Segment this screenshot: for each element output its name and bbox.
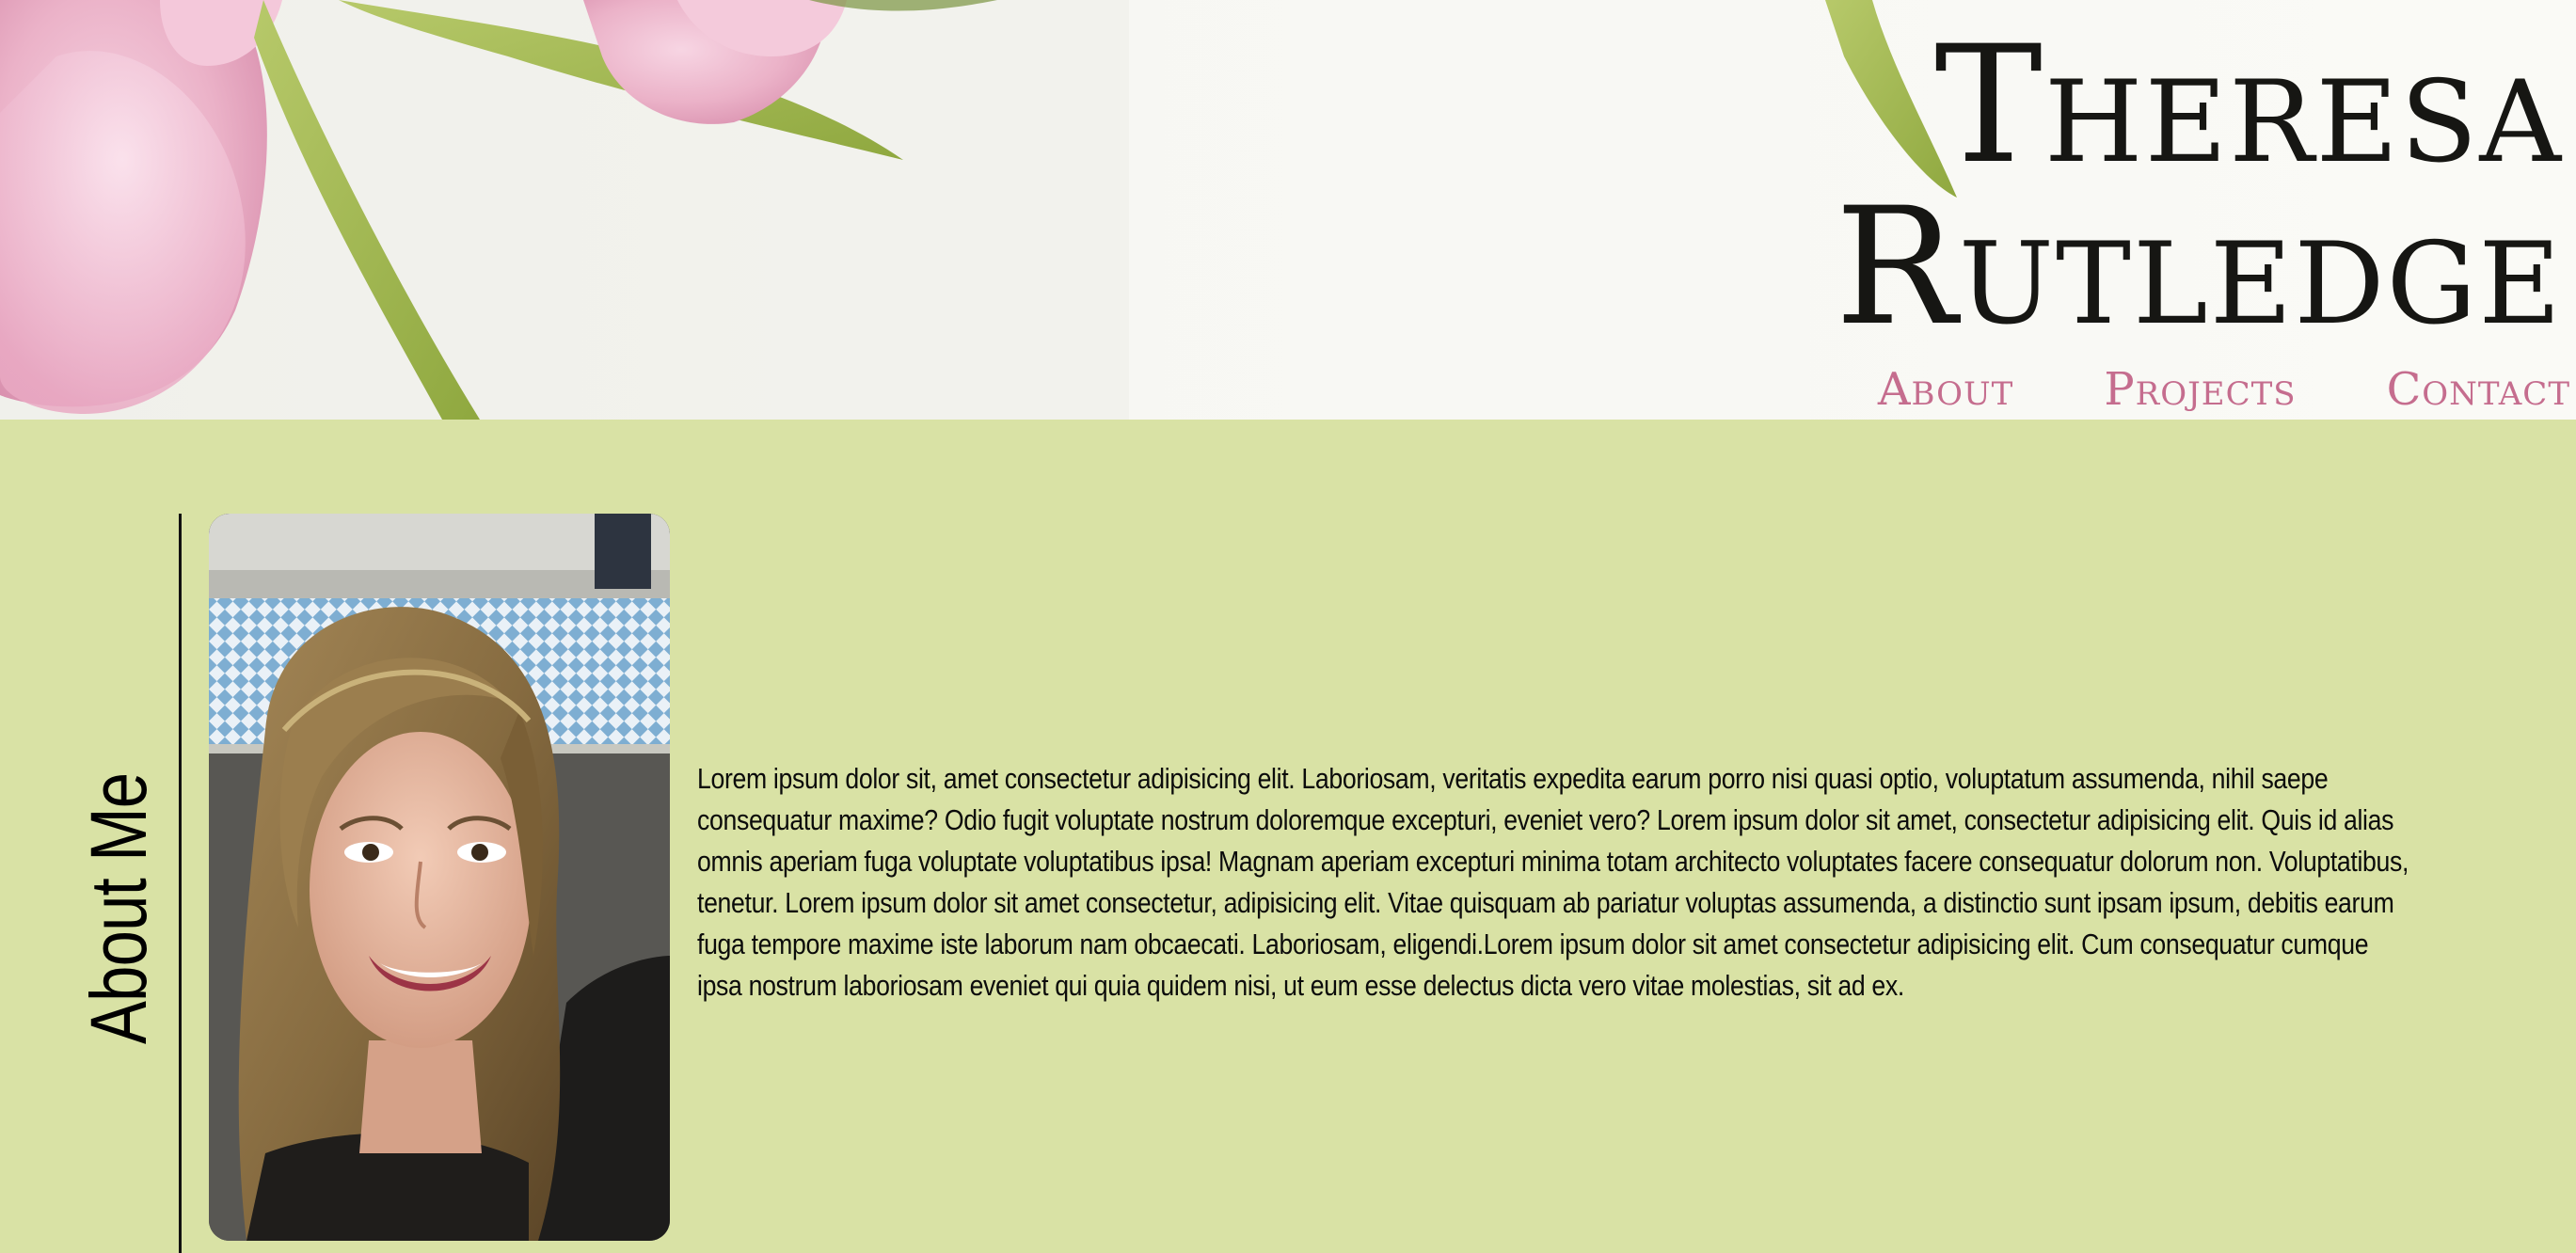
about-heading: About Me [74, 772, 163, 1044]
profile-photo [209, 514, 670, 1241]
site-title-first-name: Theresa [1934, 10, 2563, 199]
main-nav: About Projects Contact [1878, 363, 2570, 416]
nav-link-projects[interactable]: Projects [2104, 363, 2296, 416]
nav-link-contact[interactable]: Contact [2387, 363, 2570, 416]
site-title-last-name: Rutledge [1835, 172, 2563, 361]
profile-photo-image [209, 514, 670, 1241]
about-bio-text: Lorem ipsum dolor sit, amet consectetur … [697, 762, 2409, 1002]
hero-header: Theresa Rutledge About Projects Contact [0, 0, 2576, 420]
section-divider [179, 514, 182, 1253]
site-title: Theresa Rutledge [1835, 24, 2563, 348]
nav-link-about[interactable]: About [1878, 363, 2014, 416]
